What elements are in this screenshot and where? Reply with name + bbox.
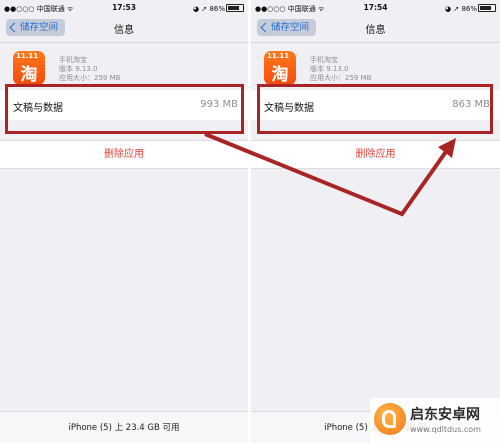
documents-data-row[interactable]: 文稿与数据 993 MB: [0, 90, 248, 120]
page-title: 信息: [114, 25, 134, 36]
app-icon-glyph: 淘: [271, 65, 289, 85]
battery-percent: ◕ ➚ 86%: [193, 5, 225, 13]
app-name: 手机淘宝: [310, 56, 338, 64]
taobao-app-icon: 11.11 淘: [13, 51, 45, 85]
app-version: 版本 9.13.0: [310, 65, 349, 73]
documents-data-label: 文稿与数据: [13, 103, 63, 114]
app-version: 版本 9.13.0: [59, 65, 98, 73]
left-phone-screen: ●●○○○ 中国联通 ᯤ 17:53 ◕ ➚ 86% 储存空间 信息 11.11…: [0, 0, 248, 443]
app-icon-badge: 11.11: [16, 52, 39, 60]
watermark-title: 启东安卓网: [410, 407, 480, 423]
status-bar: ●●○○○ 中国联通 ᯤ 17:53 ◕ ➚ 86%: [0, 0, 248, 16]
watermark-logo-icon: [374, 403, 406, 435]
status-bar: ●●○○○ 中国联通 ᯤ 17:54 ◕ ➚ 86%: [251, 0, 500, 16]
app-details: 手机淘宝 版本 9.13.0 应用大小：259 MB: [59, 56, 120, 83]
app-info: 11.11 淘 手机淘宝 版本 9.13.0 应用大小：259 MB: [0, 43, 248, 88]
app-icon-badge: 11.11: [267, 52, 290, 60]
nav-bar: 储存空间 信息: [0, 16, 248, 43]
app-size: 应用大小：259 MB: [310, 74, 372, 82]
storage-available: iPhone (5) 上 23.4 GB 可用: [0, 411, 248, 443]
app-icon-glyph: 淘: [20, 65, 38, 85]
nav-bar: 储存空间 信息: [251, 16, 500, 43]
app-details: 手机淘宝 版本 9.13.0 应用大小：259 MB: [310, 56, 371, 83]
status-right: ◕ ➚ 86%: [445, 4, 496, 13]
watermark: 启东安卓网 www.qdltdus.com: [370, 398, 500, 443]
watermark-url: www.qdltdus.com: [410, 425, 481, 434]
delete-app-button[interactable]: 删除应用: [0, 140, 248, 169]
battery-icon: [226, 4, 244, 12]
battery-percent: ◕ ➚ 86%: [445, 5, 477, 13]
taobao-app-icon: 11.11 淘: [264, 51, 296, 85]
documents-data-label: 文稿与数据: [264, 103, 314, 114]
documents-data-value: 863 MB: [452, 99, 490, 110]
page-title: 信息: [365, 25, 386, 36]
app-name: 手机淘宝: [59, 56, 87, 64]
delete-app-button[interactable]: 删除应用: [251, 140, 500, 169]
app-size: 应用大小：259 MB: [59, 74, 121, 82]
app-info: 11.11 淘 手机淘宝 版本 9.13.0 应用大小：259 MB: [251, 43, 500, 88]
documents-data-value: 993 MB: [200, 99, 238, 110]
battery-icon: [478, 4, 496, 12]
status-right: ◕ ➚ 86%: [193, 4, 244, 13]
documents-data-row[interactable]: 文稿与数据 863 MB: [251, 90, 500, 120]
right-phone-screen: ●●○○○ 中国联通 ᯤ 17:54 ◕ ➚ 86% 储存空间 信息 11.11…: [251, 0, 500, 443]
